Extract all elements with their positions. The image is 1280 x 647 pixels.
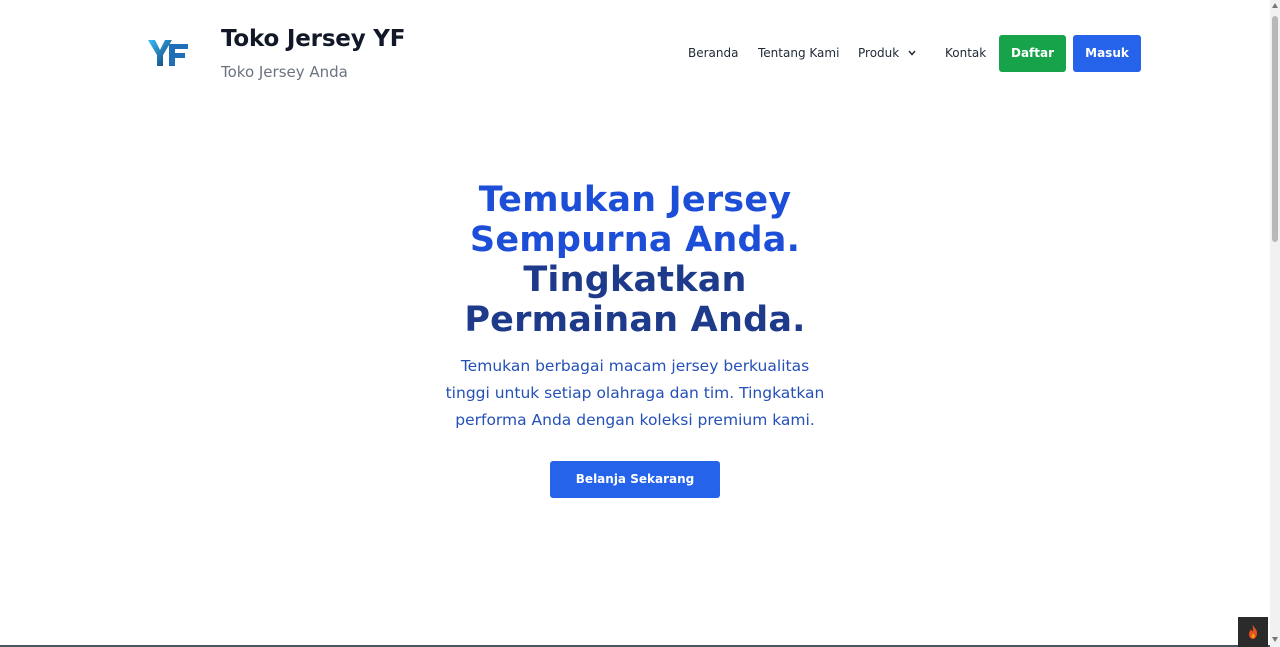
site-header: Toko Jersey YF Toko Jersey Anda Beranda … xyxy=(0,0,1270,110)
brand-subtitle: Toko Jersey Anda xyxy=(221,63,348,81)
register-button[interactable]: Daftar xyxy=(999,35,1066,72)
flame-icon xyxy=(1249,625,1257,639)
hero-title-line-3: Permainan Anda. xyxy=(464,300,806,340)
shop-now-button[interactable]: Belanja Sekarang xyxy=(550,461,720,498)
nav-dropdown-produk[interactable]: Produk xyxy=(858,35,916,72)
scroll-down-arrow-icon[interactable] xyxy=(1272,637,1278,642)
hero-title: Temukan Jersey Sempurna Anda. Tingkatkan… xyxy=(0,180,1270,340)
nav-produk-label: Produk xyxy=(858,46,900,60)
vertical-scrollbar[interactable] xyxy=(1270,0,1280,647)
hero-section: Temukan Jersey Sempurna Anda. Tingkatkan… xyxy=(0,180,1270,498)
scroll-up-arrow-icon[interactable] xyxy=(1272,3,1278,8)
debug-toolbar-toggle[interactable] xyxy=(1238,617,1268,647)
hero-title-line-1: Temukan Jersey Sempurna Anda. xyxy=(469,180,801,260)
login-button[interactable]: Masuk xyxy=(1073,35,1141,72)
chevron-down-icon xyxy=(908,50,916,56)
scroll-thumb[interactable] xyxy=(1272,16,1278,242)
nav-link-tentang-kami[interactable]: Tentang Kami xyxy=(758,35,839,72)
nav-link-beranda[interactable]: Beranda xyxy=(688,35,738,72)
nav-link-kontak[interactable]: Kontak xyxy=(945,35,986,72)
brand-title[interactable]: Toko Jersey YF xyxy=(221,26,405,52)
hero-title-line-2: Tingkatkan xyxy=(523,260,747,300)
hero-description: Temukan berbagai macam jersey berkualita… xyxy=(445,357,825,429)
brand-logo[interactable] xyxy=(148,38,190,68)
